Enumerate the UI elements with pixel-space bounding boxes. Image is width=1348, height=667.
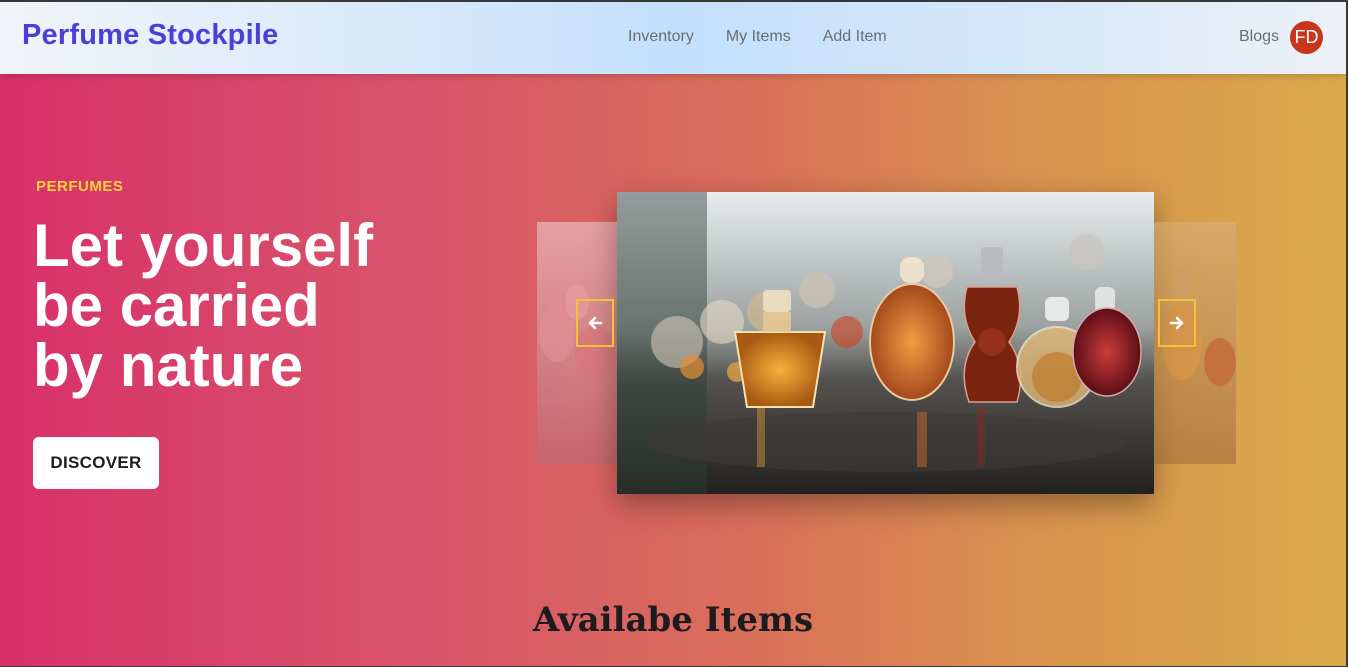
nav-link-inventory[interactable]: Inventory: [628, 28, 694, 46]
hero-headline-line: be carried: [33, 272, 320, 339]
main-nav: Inventory My Items Add Item: [628, 28, 919, 46]
hero-headline-line: Let yourself: [33, 212, 374, 279]
user-avatar[interactable]: FD: [1290, 21, 1323, 54]
nav-link-my-items[interactable]: My Items: [726, 28, 791, 46]
top-navbar: Perfume Stockpile Inventory My Items Add…: [0, 2, 1346, 74]
perfume-bottles-photo: [617, 192, 1154, 494]
arrow-left-icon: [588, 316, 603, 330]
carousel-next-button[interactable]: [1158, 299, 1196, 347]
nav-link-add-item[interactable]: Add Item: [823, 28, 887, 46]
hero-headline-line: by nature: [33, 332, 304, 399]
discover-button[interactable]: DISCOVER: [33, 437, 159, 489]
available-items-title: Availabe Items: [532, 600, 814, 640]
brand-logo[interactable]: Perfume Stockpile: [22, 19, 278, 52]
hero-headline: Let yourself be carried by nature: [33, 216, 433, 396]
arrow-right-icon: [1169, 316, 1184, 330]
carousel-prev-button[interactable]: [576, 299, 614, 347]
carousel-main-slide[interactable]: [617, 192, 1154, 494]
nav-link-blogs[interactable]: Blogs: [1239, 28, 1279, 46]
hero-eyebrow: PERFUMES: [36, 178, 124, 195]
